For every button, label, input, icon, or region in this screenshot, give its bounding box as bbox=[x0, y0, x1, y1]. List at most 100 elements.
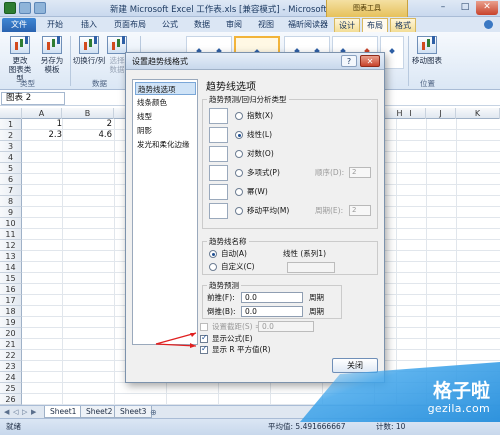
row-header[interactable]: 10 bbox=[0, 218, 22, 229]
row-header[interactable]: 14 bbox=[0, 262, 22, 273]
row-header[interactable]: 11 bbox=[0, 229, 22, 240]
radio-name-auto[interactable] bbox=[209, 250, 217, 258]
row-header[interactable]: 4 bbox=[0, 152, 22, 163]
column-header[interactable]: A bbox=[22, 108, 62, 119]
switch-row-column-button[interactable]: 切换行/列 bbox=[72, 36, 106, 65]
tab-home[interactable]: 开始 bbox=[40, 18, 70, 32]
tab-data[interactable]: 数据 bbox=[188, 18, 216, 32]
row-header[interactable]: 25 bbox=[0, 383, 22, 394]
title-bar: 新建 Microsoft Excel 工作表.xls [兼容模式] - Micr… bbox=[0, 0, 500, 17]
period-stepper[interactable]: 2 bbox=[349, 205, 371, 216]
column-header[interactable]: K bbox=[456, 108, 500, 119]
tab-layout[interactable]: 布局 bbox=[362, 18, 388, 32]
show-equation-checkbox[interactable] bbox=[200, 333, 208, 343]
tab-view[interactable]: 视图 bbox=[252, 18, 280, 32]
row-header[interactable]: 22 bbox=[0, 350, 22, 361]
row-header[interactable]: 24 bbox=[0, 372, 22, 383]
label-order: 顺序(D): bbox=[315, 168, 345, 177]
select-all-corner[interactable] bbox=[0, 108, 22, 119]
radio-linear[interactable] bbox=[235, 131, 243, 139]
intercept-input[interactable]: 0.0 bbox=[258, 321, 314, 332]
row-header[interactable]: 26 bbox=[0, 394, 22, 405]
column-header[interactable]: J bbox=[426, 108, 456, 119]
cell-b2[interactable]: 4.6 bbox=[62, 130, 112, 141]
name-box[interactable]: 图表 2 bbox=[1, 92, 65, 105]
forward-input[interactable]: 0.0 bbox=[241, 292, 303, 303]
row-header[interactable]: 23 bbox=[0, 361, 22, 372]
nav-item-trendline-options[interactable]: 趋势线选项 bbox=[135, 82, 196, 95]
undo-icon[interactable] bbox=[34, 2, 46, 14]
power-trend-icon bbox=[209, 184, 228, 200]
row-header[interactable]: 17 bbox=[0, 295, 22, 306]
site-watermark: 格子啦 gezila.com bbox=[300, 362, 500, 422]
close-window-button[interactable]: ✕ bbox=[476, 1, 498, 15]
row-header[interactable]: 5 bbox=[0, 163, 22, 174]
tab-design[interactable]: 设计 bbox=[334, 18, 360, 32]
row-header[interactable]: 2 bbox=[0, 130, 22, 141]
cell-b1[interactable]: 2 bbox=[62, 119, 112, 130]
column-header[interactable]: B bbox=[62, 108, 114, 119]
row-header[interactable]: 8 bbox=[0, 196, 22, 207]
set-intercept-checkbox[interactable] bbox=[200, 323, 208, 331]
row-header[interactable]: 13 bbox=[0, 251, 22, 262]
sheet-tab-sheet1[interactable]: Sheet1 bbox=[44, 406, 83, 418]
save-as-template-button[interactable]: 另存为 模板 bbox=[38, 36, 66, 74]
tab-format[interactable]: 格式 bbox=[390, 18, 416, 32]
radio-power[interactable] bbox=[235, 188, 243, 196]
help-icon[interactable] bbox=[484, 20, 493, 29]
save-icon[interactable] bbox=[19, 2, 31, 14]
cell-a2[interactable]: 2.3 bbox=[24, 130, 62, 141]
insert-sheet-icon[interactable]: ⊕ bbox=[150, 408, 157, 417]
row-header[interactable]: 20 bbox=[0, 328, 22, 339]
tab-review[interactable]: 审阅 bbox=[220, 18, 248, 32]
nav-item-glow-soft-edges[interactable]: 发光和柔化边缘 bbox=[135, 138, 196, 151]
radio-logarithmic[interactable] bbox=[235, 150, 243, 158]
sheet-tab-sheet3[interactable]: Sheet3 bbox=[114, 406, 153, 418]
tab-formulas[interactable]: 公式 bbox=[156, 18, 184, 32]
change-chart-type-button[interactable]: 更改 图表类型 bbox=[6, 36, 34, 83]
row-header[interactable]: 3 bbox=[0, 141, 22, 152]
row-header[interactable]: 16 bbox=[0, 284, 22, 295]
dialog-help-button[interactable]: ? bbox=[341, 55, 357, 67]
cell-a1[interactable]: 1 bbox=[24, 119, 62, 130]
row-header[interactable]: 9 bbox=[0, 207, 22, 218]
custom-name-input[interactable] bbox=[287, 262, 335, 273]
move-chart-button[interactable]: 移动图表 bbox=[412, 36, 442, 65]
label-exponential: 指数(X) bbox=[247, 111, 273, 120]
row-header[interactable]: 7 bbox=[0, 185, 22, 196]
row-header[interactable]: 19 bbox=[0, 317, 22, 328]
label-moving-average: 移动平均(M) bbox=[247, 206, 290, 215]
tab-page-layout[interactable]: 页面布局 bbox=[108, 18, 152, 32]
tab-file[interactable]: 文件 bbox=[2, 18, 36, 32]
move-chart-label: 移动图表 bbox=[412, 56, 442, 65]
tab-insert[interactable]: 插入 bbox=[74, 18, 104, 32]
show-r-squared-checkbox[interactable] bbox=[200, 344, 208, 354]
row-header[interactable]: 12 bbox=[0, 240, 22, 251]
minimize-button[interactable]: – bbox=[432, 1, 454, 15]
excel-app-icon[interactable] bbox=[4, 2, 16, 14]
nav-item-shadow[interactable]: 阴影 bbox=[135, 124, 196, 137]
first-sheet-arrow-icon[interactable]: ◀ bbox=[4, 408, 9, 416]
radio-polynomial[interactable] bbox=[235, 169, 243, 177]
nav-item-line-style[interactable]: 线型 bbox=[135, 110, 196, 123]
nav-item-line-color[interactable]: 线条颜色 bbox=[135, 96, 196, 109]
row-header[interactable]: 6 bbox=[0, 174, 22, 185]
last-sheet-arrow-icon[interactable]: ▶ bbox=[31, 408, 36, 416]
column-header[interactable]: I bbox=[396, 108, 426, 119]
radio-name-custom[interactable] bbox=[209, 263, 217, 271]
sheet-tab-sheet2[interactable]: Sheet2 bbox=[80, 406, 119, 418]
row-header[interactable]: 18 bbox=[0, 306, 22, 317]
radio-moving-average[interactable] bbox=[235, 207, 243, 215]
next-sheet-arrow-icon[interactable]: ▷ bbox=[22, 408, 27, 416]
prev-sheet-arrow-icon[interactable]: ◁ bbox=[13, 408, 18, 416]
backward-input[interactable]: 0.0 bbox=[241, 306, 303, 317]
row-header[interactable]: 15 bbox=[0, 273, 22, 284]
radio-exponential[interactable] bbox=[235, 112, 243, 120]
tab-foxit-reader[interactable]: 福昕阅读器 bbox=[284, 18, 332, 32]
maximize-button[interactable]: □ bbox=[454, 1, 476, 15]
row-header[interactable]: 1 bbox=[0, 119, 22, 130]
dialog-close-x-button[interactable]: ✕ bbox=[360, 55, 380, 67]
row-header[interactable]: 21 bbox=[0, 339, 22, 350]
order-stepper[interactable]: 2 bbox=[349, 167, 371, 178]
auto-name-value: 线性 (系列1) bbox=[283, 249, 327, 258]
